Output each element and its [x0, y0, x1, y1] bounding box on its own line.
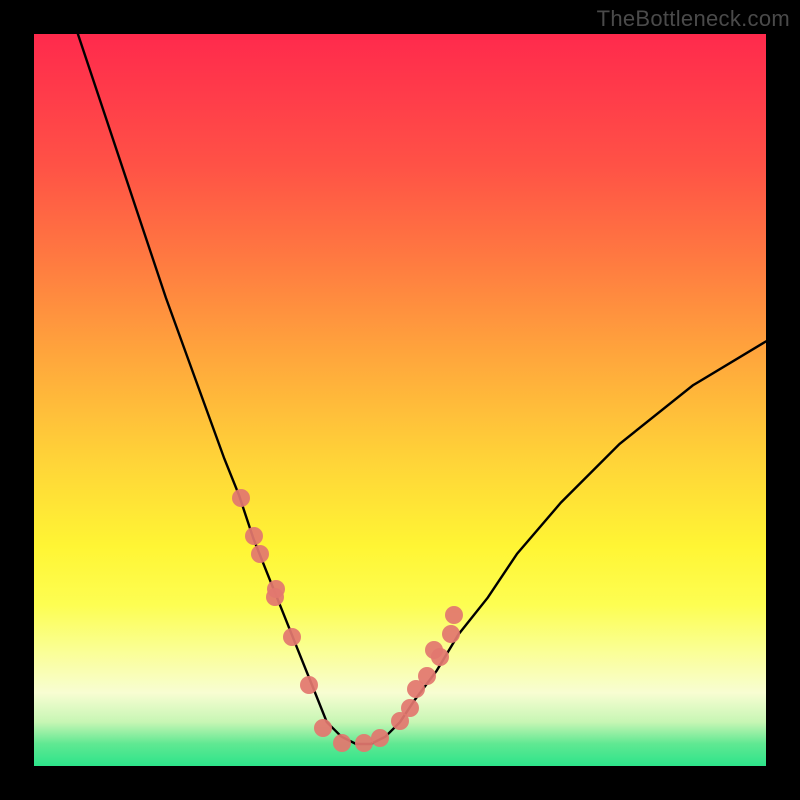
data-point: [251, 545, 269, 563]
data-point: [418, 667, 436, 685]
watermark-text: TheBottleneck.com: [597, 6, 790, 32]
plot-area: [34, 34, 766, 766]
data-point: [333, 734, 351, 752]
data-point: [431, 648, 449, 666]
data-point: [300, 676, 318, 694]
chart-frame: TheBottleneck.com: [0, 0, 800, 800]
data-point: [245, 527, 263, 545]
data-points-layer: [34, 34, 766, 766]
data-point: [371, 729, 389, 747]
data-point: [283, 628, 301, 646]
data-point: [232, 489, 250, 507]
data-point: [442, 625, 460, 643]
data-point: [401, 699, 419, 717]
data-point: [314, 719, 332, 737]
data-point: [267, 580, 285, 598]
data-point: [445, 606, 463, 624]
